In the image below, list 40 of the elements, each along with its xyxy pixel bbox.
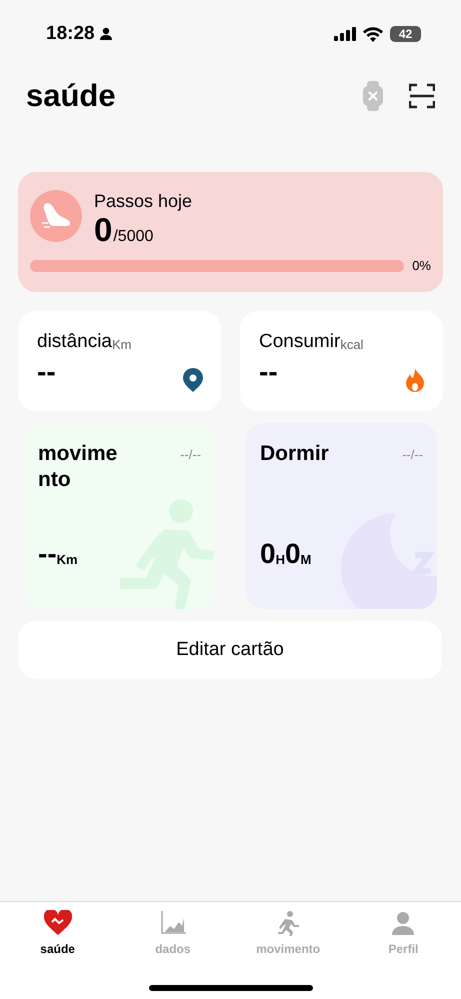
person-icon [391,910,416,936]
stat-label: Consumir [259,331,340,353]
steps-goal: /5000 [113,227,154,247]
minutes-unit: M [300,551,312,569]
stat-value: -- [259,357,278,387]
stat-value: -- [37,357,56,387]
card-title: Dormir [260,441,330,467]
signal-icon [334,27,356,41]
status-time: 18:28 [46,22,95,46]
battery-indicator: 42 [390,26,421,42]
card-title: movimento [38,441,118,493]
heart-icon [44,910,72,936]
sleep-hours: 0 [260,539,276,569]
running-figure-icon [119,499,215,609]
card-date: --/-- [402,446,423,464]
sleep-minutes: 0 [284,539,301,569]
edit-card-button[interactable]: Editar cartão [18,621,442,679]
tab-item[interactable]: Perfil [346,910,461,958]
steps-title: Passos hoje [94,190,192,212]
stat-unit: Km [112,336,132,353]
stat-label: distância [37,331,112,353]
progress-percent: 0% [412,257,431,275]
movement-unit: Km [56,551,78,569]
card-date: --/-- [180,446,201,464]
movement-value: -- [38,539,57,569]
steps-count: 0 [94,212,112,248]
location-pin-icon [183,368,203,392]
page-title: saúde [26,76,116,115]
wifi-icon [363,26,383,42]
running-figure-icon [277,910,300,936]
shoe-icon [30,190,82,242]
tab-item[interactable]: movimento [230,910,346,958]
tab-item[interactable]: dados [115,910,230,958]
scan-icon[interactable] [409,83,435,109]
area-chart-icon [160,910,186,936]
tab-item[interactable]: saúde [0,910,116,958]
flame-icon [405,368,425,392]
hours-unit: H [276,551,285,569]
stat-unit: kcal [340,336,364,353]
person-icon [98,27,113,41]
